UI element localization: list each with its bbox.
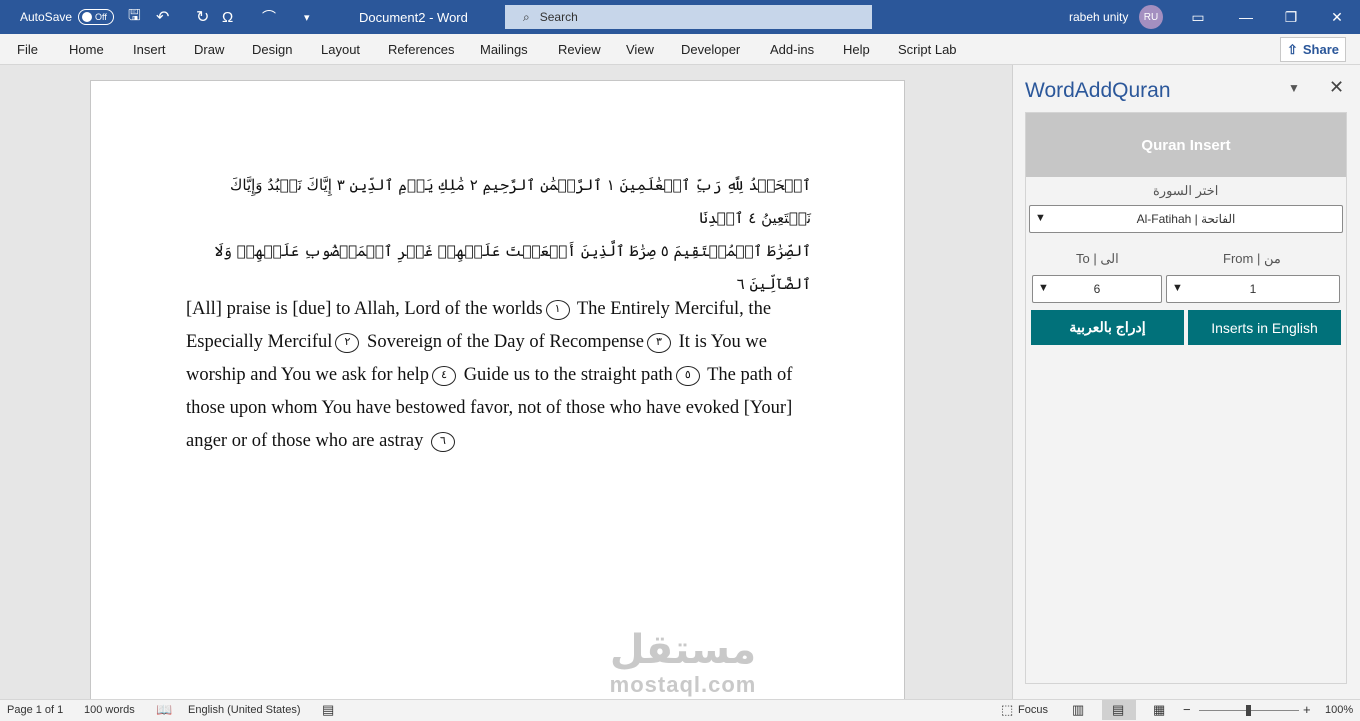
- tab-view[interactable]: View: [626, 42, 654, 57]
- language-indicator[interactable]: English (United States): [188, 704, 301, 716]
- shape-icon[interactable]: ⌒: [262, 0, 276, 34]
- zoom-out-icon[interactable]: −: [1183, 702, 1191, 717]
- ayah-number-marker: ٤: [432, 365, 457, 386]
- share-icon: ⇧: [1286, 41, 1298, 57]
- print-layout-icon: ▤: [1112, 702, 1125, 717]
- pane-options-icon[interactable]: ▼: [1288, 81, 1300, 95]
- addin-header: Quran Insert: [1026, 113, 1346, 177]
- from-label: From | من: [1223, 251, 1281, 266]
- autosave-toggle[interactable]: Off: [78, 9, 115, 25]
- to-label: To | الى: [1076, 251, 1119, 266]
- page-count[interactable]: Page 1 of 1: [7, 704, 63, 716]
- addin-content: Quran Insert اختر السورة ▼ Al-Fatihah | …: [1025, 112, 1347, 684]
- web-layout-icon[interactable]: ▦: [1153, 702, 1165, 718]
- document-title: Document2 - Word: [359, 9, 468, 25]
- accessibility-icon[interactable]: ▤: [322, 702, 334, 718]
- surah-value: Al-Fatihah | الفاتحة: [1136, 212, 1236, 226]
- to-select[interactable]: ▼ 6: [1032, 275, 1162, 303]
- tab-references[interactable]: References: [388, 42, 454, 57]
- tab-review[interactable]: Review: [558, 42, 601, 57]
- chevron-down-icon: ▼: [1038, 282, 1049, 294]
- tab-file[interactable]: File: [17, 42, 38, 57]
- status-bar: Page 1 of 1 100 words 📖 English (United …: [0, 699, 1360, 721]
- pane-close-icon[interactable]: ✕: [1329, 77, 1344, 98]
- customize-toolbar-icon[interactable]: ▾: [304, 0, 310, 34]
- tab-help[interactable]: Help: [843, 42, 870, 57]
- zoom-level[interactable]: 100%: [1325, 704, 1353, 716]
- from-value: 1: [1249, 282, 1257, 296]
- surah-select[interactable]: ▼ Al-Fatihah | الفاتحة: [1029, 205, 1343, 233]
- restore-icon[interactable]: ❐: [1268, 0, 1314, 34]
- search-box[interactable]: ⌕ Search: [505, 5, 872, 29]
- chevron-down-icon: ▼: [1035, 212, 1046, 224]
- redo-icon[interactable]: ↻: [196, 0, 209, 34]
- autosave-label: AutoSave: [20, 10, 73, 24]
- ayah-number-marker: ١: [545, 299, 570, 320]
- search-placeholder: Search: [539, 10, 578, 24]
- ribbon-tabs: File Home Insert Draw Design Layout Refe…: [0, 34, 1360, 65]
- ayah-number-marker: ٢: [335, 332, 360, 353]
- quick-access-icon[interactable]: Ω: [222, 0, 233, 34]
- proofing-icon[interactable]: 📖: [156, 702, 172, 718]
- tab-design[interactable]: Design: [252, 42, 292, 57]
- pane-title: WordAddQuran: [1025, 79, 1171, 102]
- tab-layout[interactable]: Layout: [321, 42, 360, 57]
- watermark-logo: مستقل mostaql.com: [598, 628, 768, 698]
- from-select[interactable]: ▼ 1: [1166, 275, 1340, 303]
- read-mode-icon[interactable]: ▥: [1072, 702, 1084, 718]
- arabic-line-1: ٱلۡحَمۡدُ لِلَّهِ رَبِّ ٱلۡعَٰلَمِينَ ١ …: [230, 176, 811, 227]
- focus-label[interactable]: Focus: [1018, 704, 1048, 716]
- ribbon-display-icon[interactable]: ▭: [1175, 0, 1221, 34]
- search-icon: ⌕: [523, 9, 530, 24]
- document-page[interactable]: ٱلۡحَمۡدُ لِلَّهِ رَبِّ ٱلۡعَٰلَمِينَ ١ …: [90, 80, 905, 720]
- tab-developer[interactable]: Developer: [681, 42, 740, 57]
- verse-text: [All] praise is [due] to Allah, Lord of …: [186, 299, 543, 319]
- verse-text: Sovereign of the Day of Recompense: [367, 332, 644, 352]
- to-value: 6: [1093, 282, 1101, 296]
- tab-insert[interactable]: Insert: [133, 42, 166, 57]
- share-button[interactable]: ⇧ Share: [1280, 37, 1346, 62]
- tab-mailings[interactable]: Mailings: [480, 42, 528, 57]
- zoom-in-icon[interactable]: +: [1303, 702, 1311, 717]
- surah-label: اختر السورة: [1153, 183, 1219, 198]
- chevron-down-icon: ▼: [1172, 282, 1183, 294]
- title-bar: AutoSave Off 🖫 ↶ ↻ Ω ⌒ ▾ Document2 - Wor…: [0, 0, 1360, 34]
- close-icon[interactable]: ✕: [1314, 0, 1360, 34]
- word-count[interactable]: 100 words: [84, 704, 135, 716]
- minimize-icon[interactable]: —: [1223, 0, 1269, 34]
- autosave[interactable]: AutoSave Off: [20, 0, 115, 34]
- document-area[interactable]: ٱلۡحَمۡدُ لِلَّهِ رَبِّ ٱلۡعَٰلَمِينَ ١ …: [0, 65, 1012, 720]
- arabic-line-2: ٱلصِّرَٰطَ ٱلۡمُسۡتَقِيمَ ٥ صِرَٰطَ ٱلَّ…: [214, 242, 811, 293]
- tab-add-ins[interactable]: Add-ins: [770, 42, 814, 57]
- undo-icon[interactable]: ↶: [156, 0, 169, 34]
- arabic-text[interactable]: ٱلۡحَمۡدُ لِلَّهِ رَبِّ ٱلۡعَٰلَمِينَ ١ …: [201, 169, 811, 301]
- user-name: rabeh unity: [1069, 10, 1129, 24]
- zoom-slider-handle[interactable]: [1246, 705, 1251, 716]
- share-label: Share: [1302, 42, 1340, 57]
- watermark-arabic: مستقل: [609, 627, 757, 673]
- insert-arabic-button[interactable]: إدراج بالعربية: [1031, 310, 1184, 345]
- watermark-latin: mostaql.com: [609, 672, 757, 697]
- addin-task-pane: WordAddQuran ▼ ✕ Quran Insert اختر السور…: [1012, 65, 1360, 699]
- english-translation[interactable]: [All] praise is [due] to Allah, Lord of …: [186, 293, 801, 458]
- ayah-number-marker: ٣: [646, 332, 671, 353]
- ayah-number-marker: ٦: [430, 431, 455, 452]
- avatar[interactable]: RU: [1139, 0, 1163, 34]
- tab-draw[interactable]: Draw: [194, 42, 224, 57]
- focus-icon[interactable]: ⬚: [1001, 702, 1013, 718]
- verse-text: Guide us to the straight path: [463, 365, 673, 385]
- word-window: AutoSave Off 🖫 ↶ ↻ Ω ⌒ ▾ Document2 - Wor…: [0, 0, 1360, 721]
- tab-script-lab[interactable]: Script Lab: [898, 42, 957, 57]
- save-icon[interactable]: 🖫: [128, 0, 141, 34]
- insert-english-button[interactable]: Inserts in English: [1188, 310, 1341, 345]
- ayah-number-marker: ٥: [675, 365, 700, 386]
- tab-home[interactable]: Home: [69, 42, 104, 57]
